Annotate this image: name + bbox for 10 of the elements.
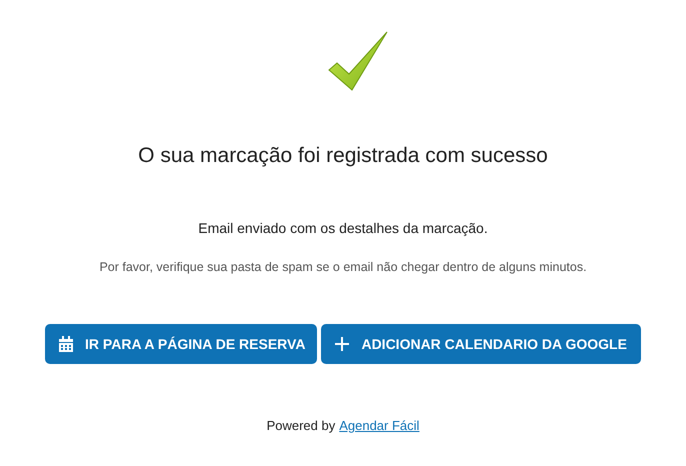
spam-note: Por favor, verifique sua pasta de spam se o email não chegar dentro de alguns minutos. <box>99 260 587 274</box>
calendar-icon <box>59 336 74 352</box>
plus-icon <box>335 337 350 351</box>
checkmark-icon <box>327 30 389 92</box>
success-heading: O sua marcação foi registrada com sucesso <box>138 144 548 168</box>
booking-page-button[interactable]: IR PARA A PÁGINA DE RESERVA <box>45 324 318 364</box>
google-calendar-button[interactable]: ADICIONAR CALENDARIO DA GOOGLE <box>321 324 641 364</box>
agendar-facil-link[interactable]: Agendar Fácil <box>339 418 420 433</box>
email-message: Email enviado com os destalhes da marcação. <box>198 220 488 236</box>
powered-by-text: Powered by <box>266 418 336 433</box>
